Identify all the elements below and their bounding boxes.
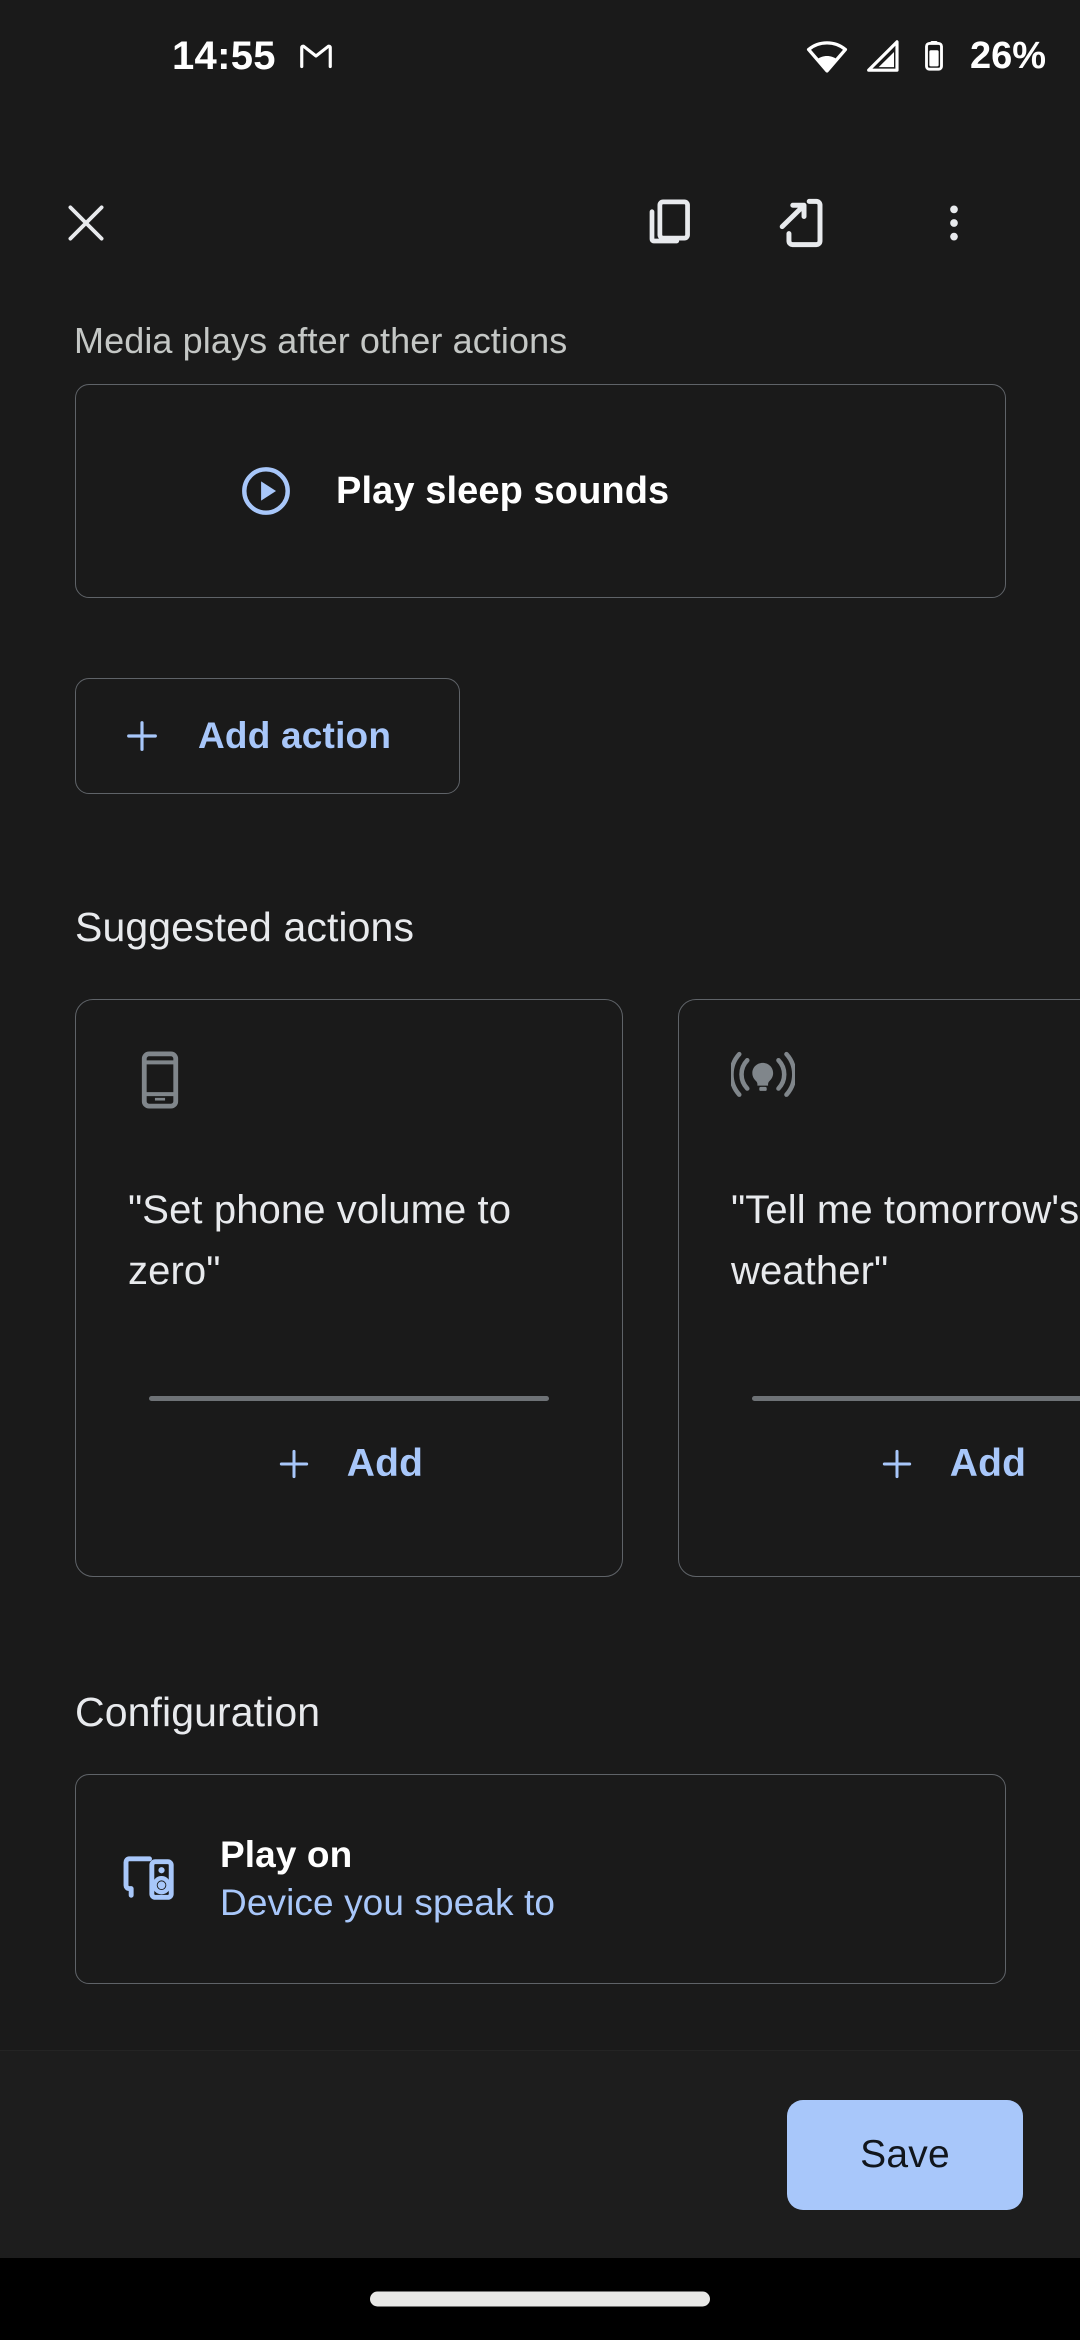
send-to-device-icon	[779, 198, 823, 248]
close-icon	[68, 205, 104, 241]
suggested-action-card[interactable]: "Set phone volume to zero" Add	[75, 999, 623, 1577]
plus-icon	[127, 721, 157, 751]
play-circle-icon	[242, 467, 290, 515]
system-navigation-bar	[0, 2258, 1080, 2340]
close-button[interactable]	[44, 181, 128, 265]
phone-icon	[141, 1051, 179, 1109]
suggested-action-text: "Set phone volume to zero"	[128, 1188, 512, 1293]
suggested-action-card[interactable]: "Tell me tomorrow's weather" Add	[678, 999, 1080, 1577]
status-bar-right: 26%	[806, 35, 1046, 77]
scroll-content[interactable]: Media plays after other actions Play sle…	[0, 278, 1080, 2050]
plus-icon	[279, 1449, 308, 1479]
suggested-actions-carousel[interactable]: "Set phone volume to zero" Add "Tell me …	[0, 999, 1080, 1579]
card-divider	[149, 1396, 549, 1401]
configuration-texts: Play on Device you speak to	[220, 1834, 555, 1924]
add-suggestion-button[interactable]: Add	[679, 1442, 1080, 1486]
add-suggestion-label: Add	[949, 1442, 1027, 1485]
broadcast-lightbulb-icon	[731, 1051, 795, 1097]
configuration-heading: Configuration	[75, 1689, 321, 1735]
plus-icon	[882, 1449, 911, 1479]
app-toolbar	[0, 168, 1080, 278]
suggested-action-text: "Tell me tomorrow's weather"	[731, 1188, 1080, 1293]
suggested-actions-heading: Suggested actions	[75, 904, 415, 950]
status-bar: 14:55 26%	[0, 0, 1080, 112]
add-suggestion-button[interactable]: Add	[76, 1442, 622, 1486]
save-button[interactable]: Save	[787, 2099, 1023, 2210]
media-caption: Media plays after other actions	[74, 320, 568, 361]
duplicate-icon	[649, 199, 690, 244]
configuration-value: Device you speak to	[220, 1882, 556, 1923]
duplicate-button[interactable]	[628, 181, 712, 265]
cast-speaker-icon	[123, 1856, 174, 1900]
phone-screen: 14:55 26% Media plays after other action…	[0, 0, 1080, 2340]
action-card-play-sleep-sounds[interactable]: Play sleep sounds	[75, 384, 1006, 598]
action-label: Play sleep sounds	[336, 469, 670, 512]
status-bar-clock: 14:55	[172, 34, 276, 78]
add-action-button[interactable]: Add action	[75, 678, 460, 794]
add-suggestion-label: Add	[346, 1442, 424, 1485]
status-bar-left: 14:55	[172, 36, 334, 76]
more-options-button[interactable]	[912, 181, 996, 265]
battery-icon	[925, 41, 943, 71]
more-vertical-icon	[950, 205, 958, 241]
card-divider	[752, 1396, 1080, 1401]
wifi-icon	[806, 41, 847, 73]
gmail-icon	[299, 44, 332, 69]
battery-percentage: 26%	[969, 35, 1046, 77]
home-gesture-pill[interactable]	[370, 2291, 710, 2307]
send-to-device-button[interactable]	[760, 181, 844, 265]
bottom-action-bar: Save	[0, 2050, 1080, 2258]
add-action-label: Add action	[198, 715, 392, 756]
configuration-title: Play on	[220, 1834, 353, 1875]
configuration-row-play-on[interactable]: Play on Device you speak to	[75, 1774, 1006, 1984]
cellular-signal-icon	[867, 40, 899, 72]
